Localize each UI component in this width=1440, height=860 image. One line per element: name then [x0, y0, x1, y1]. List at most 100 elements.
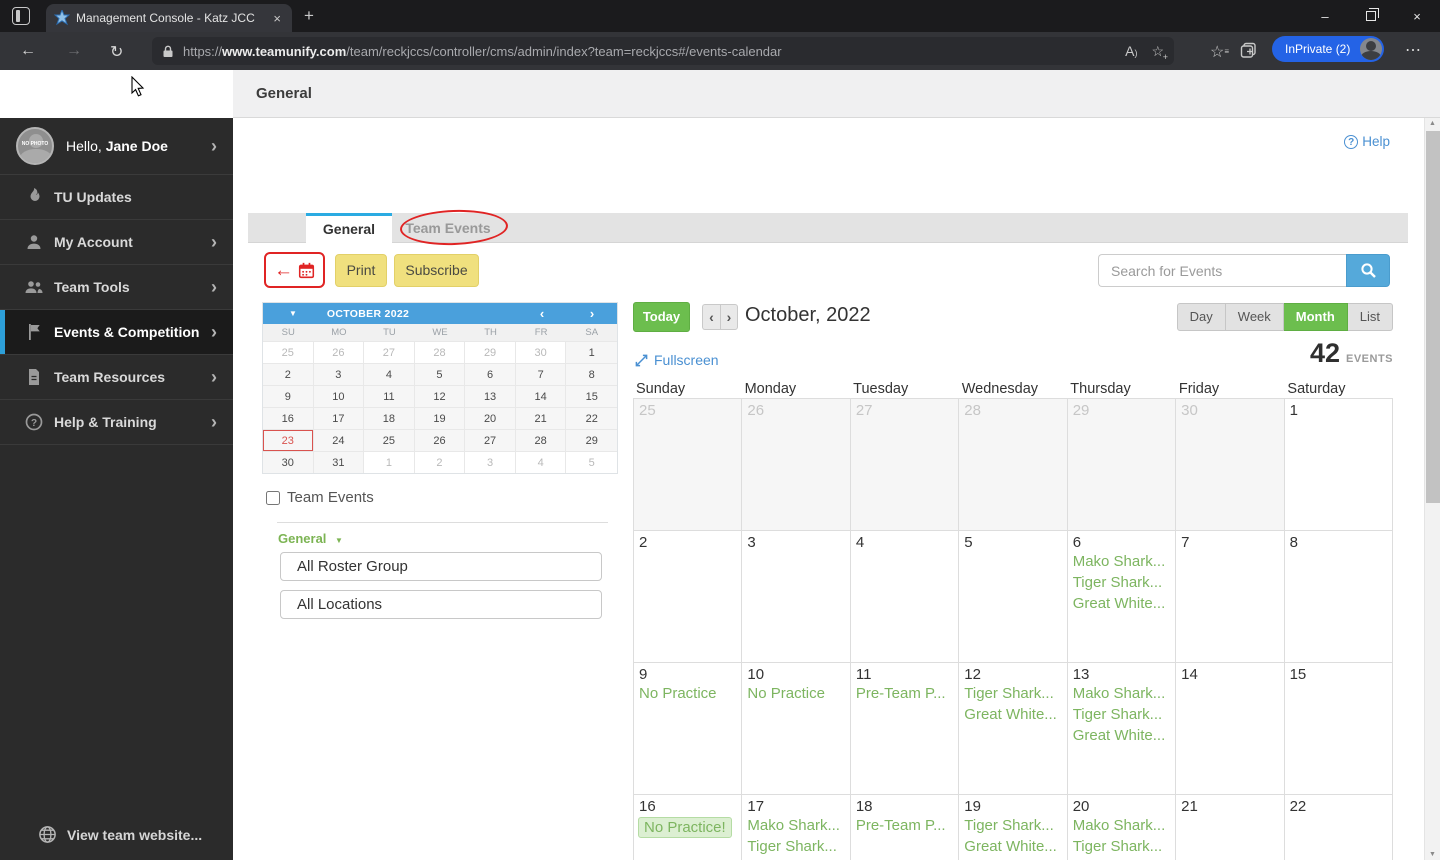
- scroll-up-icon[interactable]: ▲: [1425, 120, 1440, 127]
- back-icon[interactable]: ←: [20, 42, 36, 60]
- search-input[interactable]: [1098, 254, 1346, 287]
- calendar-day-cell[interactable]: 8: [1284, 531, 1393, 663]
- calendar-day-cell[interactable]: 25: [634, 399, 743, 531]
- mini-calendar-day[interactable]: 30: [263, 451, 314, 473]
- calendar-day-cell[interactable]: 21: [1176, 795, 1285, 860]
- calendar-event[interactable]: Tiger Shark...: [959, 815, 1066, 836]
- search-button[interactable]: [1346, 254, 1390, 287]
- calendar-day-cell[interactable]: 16 No Practice!: [634, 795, 743, 860]
- tab-close-icon[interactable]: ×: [270, 11, 284, 26]
- calendar-event[interactable]: Tiger Shark...: [742, 836, 849, 857]
- mini-calendar-day[interactable]: 21: [515, 407, 567, 429]
- mini-calendar-day[interactable]: 10: [313, 385, 365, 407]
- filter-section-toggle[interactable]: General ▼: [278, 531, 343, 546]
- calendar-event[interactable]: Tiger Shark...: [1068, 836, 1175, 857]
- vertical-scrollbar[interactable]: ▲ ▼: [1424, 118, 1440, 860]
- calendar-event[interactable]: Mako Shark...: [1068, 551, 1175, 572]
- mini-calendar-day[interactable]: 15: [566, 385, 617, 407]
- mini-calendar-day[interactable]: 11: [364, 385, 415, 407]
- tab-workspaces-icon[interactable]: [12, 7, 30, 25]
- prev-month-button[interactable]: ‹: [702, 304, 720, 330]
- mini-calendar-day[interactable]: 27: [465, 429, 516, 451]
- calendar-day-cell[interactable]: 29: [1067, 399, 1177, 531]
- mini-calendar-day[interactable]: 28: [414, 341, 466, 363]
- mini-calendar-day[interactable]: 3: [313, 363, 365, 385]
- mini-calendar-day[interactable]: 17: [313, 407, 365, 429]
- calendar-event[interactable]: No Practice: [742, 683, 849, 704]
- dropdown-caret-icon[interactable]: ▼: [289, 309, 297, 318]
- team-events-checkbox[interactable]: [266, 490, 280, 505]
- sidebar-item-team-resources[interactable]: Team Resources ›: [0, 355, 233, 400]
- calendar-event[interactable]: No Practice!: [638, 817, 732, 838]
- fullscreen-link[interactable]: Fullscreen: [635, 352, 719, 368]
- print-button[interactable]: Print: [335, 254, 387, 287]
- calendar-event[interactable]: Pre-Team P...: [851, 815, 958, 836]
- view-button-month[interactable]: Month: [1283, 303, 1348, 331]
- mini-calendar-day[interactable]: 14: [515, 385, 567, 407]
- tab-team-events[interactable]: Team Events: [392, 213, 504, 243]
- calendar-event[interactable]: Great White...: [1068, 593, 1175, 614]
- view-button-list[interactable]: List: [1347, 303, 1393, 331]
- help-link[interactable]: ? Help: [1344, 134, 1390, 149]
- mini-calendar-day[interactable]: 3: [465, 451, 516, 473]
- mini-calendar-day[interactable]: 2: [263, 363, 314, 385]
- favorites-bar-icon[interactable]: ☆≡: [1210, 44, 1229, 61]
- view-button-day[interactable]: Day: [1176, 303, 1226, 331]
- mini-calendar-day[interactable]: 5: [414, 363, 466, 385]
- roster-group-select[interactable]: All Roster Group: [280, 552, 602, 581]
- refresh-icon[interactable]: ↻: [110, 42, 123, 62]
- mini-calendar-day[interactable]: 29: [465, 341, 516, 363]
- mini-calendar-day[interactable]: 9: [263, 385, 314, 407]
- mini-calendar-day[interactable]: 22: [566, 407, 617, 429]
- calendar-event[interactable]: Great White...: [959, 836, 1066, 857]
- view-team-website-link[interactable]: View team website...: [38, 825, 202, 844]
- mini-calendar-day[interactable]: 20: [465, 407, 516, 429]
- calendar-day-cell[interactable]: 18 Pre-Team P...: [851, 795, 960, 860]
- calendar-day-cell[interactable]: 6 Mako Shark... Tiger Shark... Great White.…: [1067, 531, 1177, 663]
- mini-calendar-day-selected[interactable]: 23: [263, 429, 314, 451]
- locations-select[interactable]: All Locations: [280, 590, 602, 619]
- calendar-day-cell[interactable]: 28: [959, 399, 1068, 531]
- mini-calendar-day[interactable]: 25: [364, 429, 415, 451]
- sidebar-item-my-account[interactable]: My Account ›: [0, 220, 233, 265]
- mini-calendar-day[interactable]: 2: [414, 451, 466, 473]
- calendar-day-cell[interactable]: 19 Tiger Shark... Great White...: [959, 795, 1068, 860]
- mini-calendar-day[interactable]: 5: [566, 451, 617, 473]
- forward-icon[interactable]: →: [66, 42, 82, 60]
- scrollbar-thumb[interactable]: [1426, 131, 1440, 503]
- mini-calendar-day[interactable]: 6: [465, 363, 516, 385]
- mini-calendar-day[interactable]: 4: [364, 363, 415, 385]
- browser-menu-icon[interactable]: ⋯: [1405, 40, 1422, 60]
- mini-calendar-day[interactable]: 24: [313, 429, 365, 451]
- mini-calendar-day[interactable]: 12: [414, 385, 466, 407]
- sidebar-account-row[interactable]: NO PHOTO Hello, Jane Doe ›: [0, 118, 233, 175]
- mini-calendar-day[interactable]: 30: [515, 341, 567, 363]
- view-button-week[interactable]: Week: [1225, 303, 1284, 331]
- sidebar-item-team-tools[interactable]: Team Tools ›: [0, 265, 233, 310]
- calendar-day-cell[interactable]: 26: [742, 399, 851, 531]
- calendar-day-cell[interactable]: 9 No Practice: [634, 663, 743, 795]
- address-bar[interactable]: https://www.teamunify.com/team/reckjccs/…: [152, 37, 1174, 65]
- today-button[interactable]: Today: [633, 302, 690, 332]
- add-favorite-icon[interactable]: ☆ +: [1151, 43, 1168, 62]
- scroll-down-icon[interactable]: ▼: [1425, 851, 1440, 858]
- calendar-event[interactable]: Mako Shark...: [1068, 815, 1175, 836]
- sidebar-item-help-training[interactable]: ? Help & Training ›: [0, 400, 233, 445]
- mini-calendar-day[interactable]: 29: [566, 429, 617, 451]
- calendar-day-cell[interactable]: 2: [634, 531, 743, 663]
- read-aloud-icon[interactable]: A): [1125, 43, 1137, 59]
- sidebar-item-events-competition[interactable]: Events & Competition ›: [0, 310, 233, 355]
- calendar-event[interactable]: Great White...: [959, 704, 1066, 725]
- new-tab-icon[interactable]: +: [304, 6, 314, 26]
- calendar-event[interactable]: Mako Shark...: [1068, 683, 1175, 704]
- mini-calendar-day[interactable]: 28: [515, 429, 567, 451]
- tab-general[interactable]: General: [306, 213, 392, 243]
- mini-calendar-day[interactable]: 7: [515, 363, 567, 385]
- mini-calendar-day[interactable]: 19: [414, 407, 466, 429]
- restore-button[interactable]: [1348, 0, 1394, 32]
- mini-calendar-day[interactable]: 1: [364, 451, 415, 473]
- mini-calendar-day[interactable]: 18: [364, 407, 415, 429]
- calendar-event[interactable]: Tiger Shark...: [1068, 572, 1175, 593]
- calendar-day-cell[interactable]: 1: [1284, 399, 1393, 531]
- calendar-day-cell[interactable]: 11 Pre-Team P...: [850, 663, 960, 795]
